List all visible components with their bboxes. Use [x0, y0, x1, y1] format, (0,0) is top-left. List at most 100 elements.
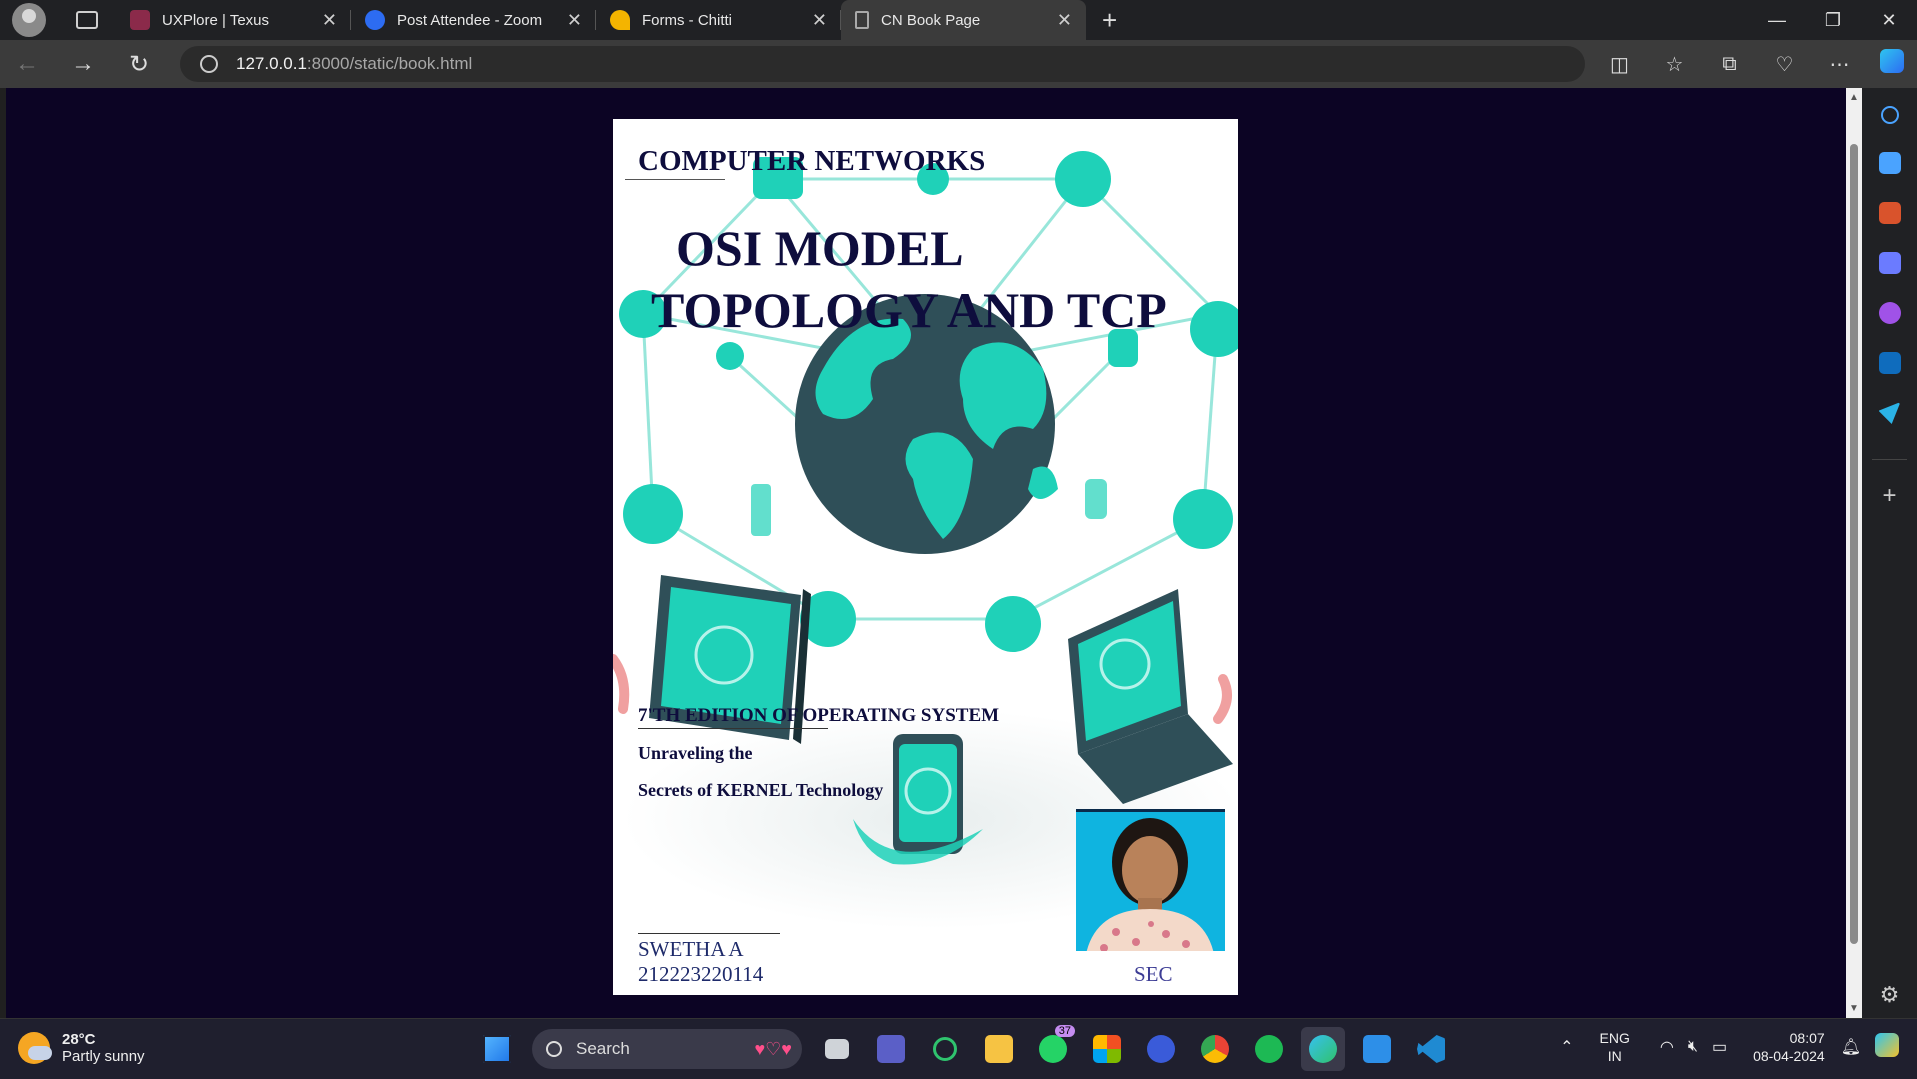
minimize-icon[interactable]: — — [1749, 0, 1805, 40]
edge-icon[interactable] — [1301, 1027, 1345, 1071]
more-menu-icon[interactable]: ⋯ — [1812, 52, 1867, 77]
add-app-icon[interactable]: + — [1862, 482, 1917, 510]
temperature: 28°C — [62, 1031, 96, 1048]
close-tab-icon[interactable]: ✕ — [1057, 10, 1072, 31]
close-tab-icon[interactable]: ✕ — [322, 10, 337, 31]
search-highlight-icon: ♥♡♥ — [754, 1038, 792, 1059]
tab-forms[interactable]: Forms - Chitti ✕ — [596, 0, 841, 40]
battery-icon[interactable]: ▭ — [1712, 1037, 1727, 1057]
volume-muted-icon[interactable]: 🔇︎ — [1688, 1038, 1698, 1056]
scroll-thumb[interactable] — [1850, 144, 1858, 944]
outlook-icon[interactable] — [1878, 352, 1901, 374]
refresh-icon[interactable]: ↻ — [112, 50, 166, 79]
games-icon[interactable] — [1878, 252, 1901, 274]
partly-sunny-icon — [18, 1032, 52, 1064]
subject-title: COMPUTER NETWORKS — [638, 145, 986, 177]
app-launcher-icon[interactable] — [1139, 1027, 1183, 1071]
search-icon — [546, 1041, 562, 1057]
book-title-line-2: TOPOLOGY AND TCP — [651, 282, 1167, 338]
book-cover: COMPUTER NETWORKS OSI MODEL TOPOLOGY AND… — [613, 119, 1238, 995]
split-screen-icon[interactable]: ◫ — [1592, 52, 1647, 77]
new-tab-button[interactable]: + — [1102, 5, 1117, 36]
chrome-icon[interactable] — [1193, 1027, 1237, 1071]
taskbar-search[interactable]: Search ♥♡♥ — [532, 1029, 802, 1069]
edition-text: 7'TH EDITION OF OPERATING SYSTEM — [638, 705, 1000, 726]
teams-icon[interactable] — [869, 1027, 913, 1071]
book-title-line-1: OSI MODEL — [676, 220, 964, 276]
sync-app-icon[interactable] — [923, 1027, 967, 1071]
college-name: SEC — [1134, 962, 1173, 986]
close-window-icon[interactable]: ✕ — [1861, 0, 1917, 40]
site-info-icon[interactable] — [200, 55, 218, 73]
back-icon[interactable]: ← — [0, 50, 54, 78]
author-name: SWETHA A — [638, 937, 744, 961]
task-view-icon[interactable] — [815, 1027, 859, 1071]
author-photo — [1076, 809, 1225, 951]
collections-icon[interactable]: ⧉ — [1702, 53, 1757, 76]
url-input[interactable]: 127.0.0.1:8000/static/book.html — [180, 46, 1585, 82]
window-controls: — ❐ ✕ — [1749, 0, 1917, 40]
copilot-icon[interactable] — [1867, 49, 1917, 79]
tab-label: CN Book Page — [881, 11, 981, 29]
browser-toolbar: ◫ ☆ ⧉ ♡ ⋯ — [1592, 40, 1917, 88]
show-hidden-icons-icon[interactable]: ⌃ — [1560, 1037, 1573, 1057]
page-icon — [855, 11, 869, 29]
whatsapp-icon[interactable]: 37 — [1031, 1025, 1075, 1071]
forward-icon[interactable]: → — [56, 50, 110, 78]
time: 08:07 — [1789, 1030, 1825, 1046]
tools-icon[interactable] — [1878, 202, 1901, 224]
taskbar: 28°C Partly sunny Search ♥♡♥ 37 ⌃ ENG IN — [0, 1018, 1917, 1079]
copilot-app-icon[interactable] — [1878, 302, 1901, 324]
restore-icon[interactable]: ❐ — [1805, 0, 1861, 40]
search-label: Search — [576, 1039, 630, 1058]
region-code: IN — [1607, 1048, 1622, 1064]
weather-condition: Partly sunny — [62, 1048, 145, 1065]
browser-essentials-icon[interactable]: ♡ — [1757, 52, 1812, 77]
divider — [625, 179, 725, 180]
date: 08-04-2024 — [1753, 1048, 1825, 1064]
address-bar: ← → ↻ 127.0.0.1:8000/static/book.html ◫ … — [0, 40, 1917, 88]
roll-number: 212223220114 — [638, 962, 764, 986]
scroll-down-icon[interactable]: ▼ — [1849, 1003, 1859, 1014]
divider — [638, 728, 828, 729]
search-icon[interactable] — [1880, 106, 1899, 124]
tab-actions-icon[interactable] — [76, 11, 98, 29]
close-tab-icon[interactable]: ✕ — [567, 10, 582, 31]
zoom-icon — [365, 10, 385, 30]
close-tab-icon[interactable]: ✕ — [812, 10, 827, 31]
send-icon[interactable] — [1878, 402, 1901, 424]
file-explorer-icon[interactable] — [977, 1027, 1021, 1071]
forms-icon — [610, 10, 630, 30]
vscode-icon[interactable] — [1409, 1027, 1453, 1071]
shopping-tag-icon[interactable] — [1878, 152, 1901, 174]
language-indicator[interactable]: ENG IN — [1600, 1029, 1630, 1065]
tab-label: Forms - Chitti — [642, 11, 732, 29]
scroll-up-icon[interactable]: ▲ — [1849, 92, 1859, 103]
tab-cn-book[interactable]: CN Book Page ✕ — [841, 0, 1086, 40]
tab-uxplore[interactable]: UXPlore | Texus ✕ — [116, 0, 351, 40]
wifi-icon[interactable]: ◠ — [1660, 1037, 1674, 1057]
profile-avatar[interactable] — [12, 3, 46, 37]
notification-bell-icon[interactable]: 🔔︎ — [1841, 1037, 1861, 1057]
whatsapp-badge: 37 — [1054, 1025, 1075, 1037]
subtitle-line-2: Secrets of KERNEL Technology — [638, 780, 884, 800]
store-icon[interactable] — [1085, 1027, 1129, 1071]
edge-sidebar: + ⚙ — [1862, 88, 1917, 1018]
favorites-icon[interactable]: ☆ — [1647, 52, 1702, 77]
tab-bar: UXPlore | Texus ✕ Post Attendee - Zoom ✕… — [0, 0, 1917, 40]
start-button[interactable] — [475, 1027, 519, 1071]
spotify-icon[interactable] — [1247, 1027, 1291, 1071]
settings-gear-icon[interactable]: ⚙ — [1862, 982, 1917, 1008]
page-scrollbar[interactable]: ▲ ▼ — [1846, 88, 1862, 1018]
clock[interactable]: 08:07 08-04-2024 — [1753, 1029, 1825, 1065]
copilot-taskbar-icon[interactable] — [1875, 1032, 1899, 1062]
photos-icon[interactable] — [1355, 1027, 1399, 1071]
system-tray: ⌃ ENG IN ◠ 🔇︎ ▭ 08:07 08-04-2024 🔔︎ — [1560, 1029, 1899, 1065]
url-host: 127.0.0.1 — [236, 54, 307, 73]
uxplore-icon — [130, 10, 150, 30]
language-code: ENG — [1599, 1030, 1630, 1046]
weather-widget[interactable]: 28°C Partly sunny — [18, 1031, 145, 1065]
tab-label: UXPlore | Texus — [162, 11, 269, 29]
tab-zoom[interactable]: Post Attendee - Zoom ✕ — [351, 0, 596, 40]
tab-label: Post Attendee - Zoom — [397, 11, 543, 29]
